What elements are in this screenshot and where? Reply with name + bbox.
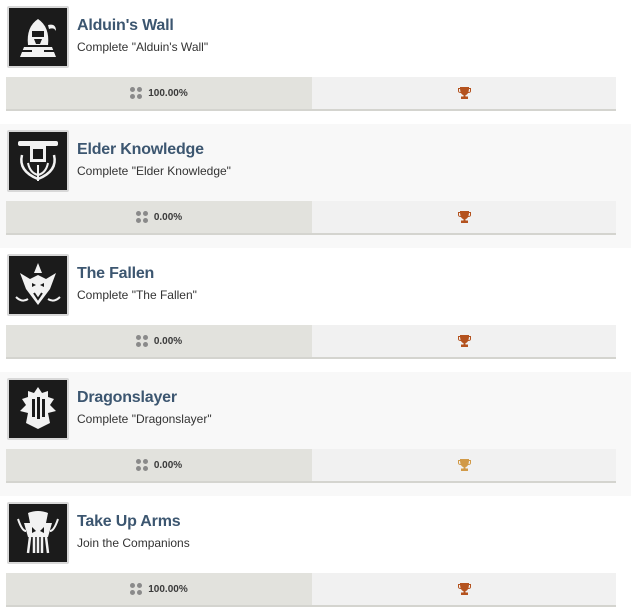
- achievement-title: Take Up Arms: [77, 513, 181, 530]
- players-icon: [130, 583, 143, 595]
- achievement-title: Elder Knowledge: [77, 141, 204, 158]
- players-icon: [135, 211, 148, 223]
- players-icon: [130, 87, 143, 99]
- achievement-card[interactable]: Take Up Arms Join the Companions 100.00%: [0, 496, 631, 615]
- trophy-stat: [312, 573, 616, 605]
- trophy-stat: [312, 77, 616, 109]
- achievement-list: Alduin's Wall Complete "Alduin's Wall" 1…: [0, 0, 631, 615]
- achievement-description: Complete "Elder Knowledge": [77, 164, 231, 178]
- trophy-stat: [312, 325, 616, 357]
- completion-stat: 0.00%: [6, 325, 312, 357]
- achievement-stats-bar: 100.00%: [6, 77, 616, 111]
- trophy-icon: [457, 211, 471, 223]
- elder-scroll-icon: [7, 130, 69, 192]
- players-icon: [135, 459, 148, 471]
- achievement-stats-bar: 0.00%: [6, 201, 616, 235]
- trophy-icon: [457, 583, 471, 595]
- trophy-stat: [312, 449, 616, 481]
- knight-helmet-icon: [7, 6, 69, 68]
- completion-stat: 100.00%: [6, 77, 312, 109]
- achievement-card[interactable]: Dragonslayer Complete "Dragonslayer" 0.0…: [0, 372, 631, 496]
- achievement-title: Alduin's Wall: [77, 17, 174, 34]
- dragon-crest-icon: [7, 378, 69, 440]
- achievement-card[interactable]: Elder Knowledge Complete "Elder Knowledg…: [0, 124, 631, 248]
- achievement-description: Join the Companions: [77, 536, 190, 550]
- achievement-title: Dragonslayer: [77, 389, 177, 406]
- achievement-description: Complete "Alduin's Wall": [77, 40, 209, 54]
- completion-stat: 0.00%: [6, 201, 312, 233]
- completion-percent: 100.00%: [148, 87, 188, 99]
- achievement-stats-bar: 0.00%: [6, 449, 616, 483]
- completion-percent: 0.00%: [153, 335, 183, 347]
- achievement-title: The Fallen: [77, 265, 155, 282]
- completion-percent: 0.00%: [153, 459, 183, 471]
- completion-stat: 0.00%: [6, 449, 312, 481]
- players-icon: [135, 335, 148, 347]
- achievement-card[interactable]: The Fallen Complete "The Fallen" 0.00%: [0, 248, 631, 372]
- trophy-stat: [312, 201, 616, 233]
- achievement-stats-bar: 0.00%: [6, 325, 616, 359]
- trophy-icon: [457, 459, 471, 471]
- achievement-description: Complete "Dragonslayer": [77, 412, 212, 426]
- completion-stat: 100.00%: [6, 573, 312, 605]
- achievement-stats-bar: 100.00%: [6, 573, 616, 607]
- companions-crest-icon: [7, 502, 69, 564]
- trophy-icon: [457, 87, 471, 99]
- achievement-card[interactable]: Alduin's Wall Complete "Alduin's Wall" 1…: [0, 0, 631, 124]
- completion-percent: 0.00%: [153, 211, 183, 223]
- trophy-icon: [457, 335, 471, 347]
- completion-percent: 100.00%: [148, 583, 188, 595]
- dragon-head-icon: [7, 254, 69, 316]
- achievement-description: Complete "The Fallen": [77, 288, 197, 302]
